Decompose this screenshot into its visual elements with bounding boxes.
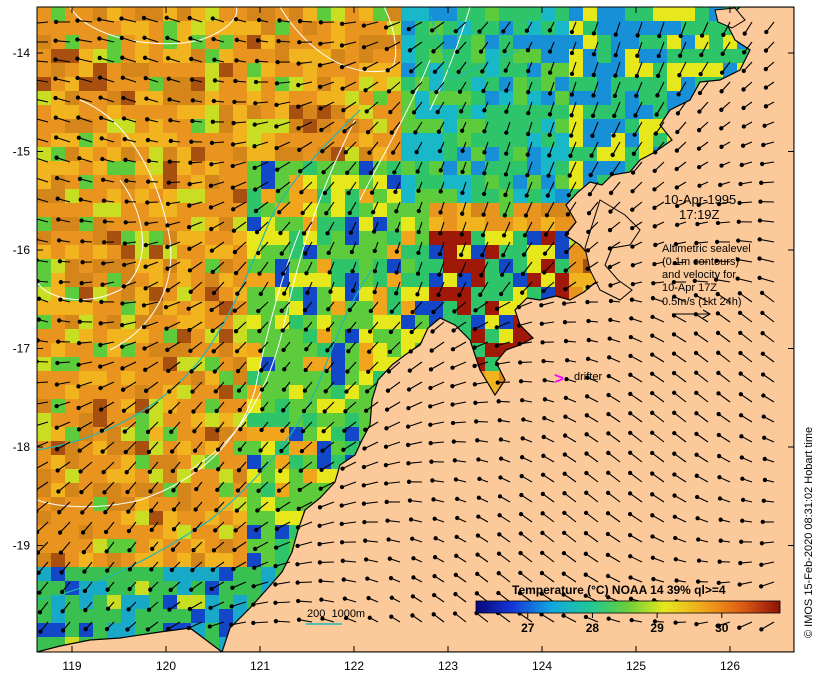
y-tick-label: -14 [13,46,31,60]
bathymetry-label: 200 1000m [307,608,365,620]
sst-map-figure: 119 120 121 122 123 124 125 126 -14 -15 -16 -17 -18… [0,0,820,680]
legend-line-2: (0.1m contours) [662,256,739,268]
drifter-icon: > [554,369,564,388]
y-tick-label: -19 [13,539,31,553]
colorbar-tick-label: 27 [521,621,535,635]
time-label: 17:19Z [679,207,720,222]
legend-line-1: Altimetric sealevel [662,243,751,255]
colorbar-tick-label: 30 [715,621,729,635]
y-tick-label: -16 [13,243,31,257]
y-tick-label: -18 [13,440,31,454]
x-tick-label: 125 [626,659,646,673]
x-tick-label: 119 [62,659,81,673]
colorbar [476,601,780,613]
date-label: 10-Apr-1995 [664,192,736,207]
legend-line-5: 0.5m/s (1kt 24h) [662,296,741,308]
x-tick-label: 124 [532,659,552,673]
y-tick-label: -15 [13,145,31,159]
colorbar-title: Temperature (°C) NOAA 14 39% ql>=4 [512,583,726,597]
x-tick-label: 121 [250,659,270,673]
x-tick-label: 122 [344,659,364,673]
y-tick-label: -17 [13,342,31,356]
drifter-label: drifter [574,371,602,383]
colorbar-tick-label: 28 [586,621,600,635]
x-tick-label: 123 [438,659,458,673]
legend-line-3: and velocity for [662,269,736,281]
x-tick-label: 120 [156,659,176,673]
map-svg: 119 120 121 122 123 124 125 126 -14 -15 -16 -17 -18… [0,0,820,680]
sst-field [32,7,808,666]
x-tick-label: 126 [720,659,740,673]
credit-text: © IMOS 15-Feb-2020 08:31:02 Hobart time [803,427,815,638]
colorbar-tick-label: 29 [650,621,664,635]
legend-line-4: 10-Apr 17Z [662,282,717,294]
